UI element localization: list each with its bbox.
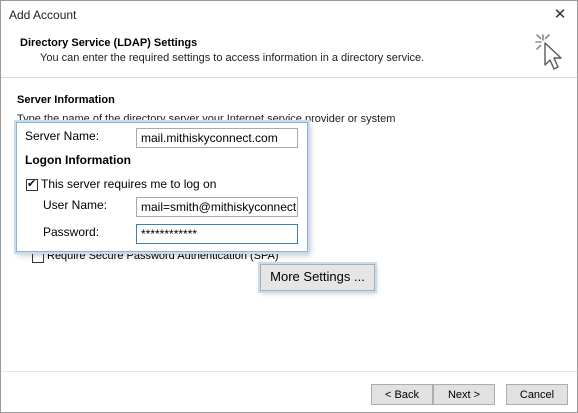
add-account-window: Add Account ✕ Directory Service (LDAP) S… [0,0,578,413]
wizard-cursor-icon [535,34,562,70]
window-title: Add Account [9,8,77,22]
header-divider [1,77,577,78]
user-name-input[interactable]: mail=smith@mithiskyconnect.c [136,197,298,217]
spa-checkbox[interactable] [32,251,44,263]
logon-callout-panel: Server Name: mail.mithiskyconnect.com Lo… [16,122,308,252]
server-information-heading: Server Information [17,94,115,106]
password-label: Password: [43,225,100,239]
page-subtitle: You can enter the required settings to a… [40,52,425,64]
user-name-label: User Name: [43,198,108,212]
close-icon[interactable]: ✕ [550,5,570,25]
server-name-label: Server Name: [25,129,100,143]
more-settings-button[interactable]: More Settings ... [260,264,375,291]
requires-logon-label: This server requires me to log on [41,177,217,191]
password-input[interactable]: ************ [136,224,298,244]
title-bar [1,1,577,31]
requires-logon-checkbox[interactable] [26,177,38,191]
cancel-button[interactable]: Cancel [506,384,568,405]
server-name-input[interactable]: mail.mithiskyconnect.com [136,128,298,148]
page-title: Directory Service (LDAP) Settings [20,37,198,49]
back-button[interactable]: < Back [371,384,433,405]
footer-divider [1,371,577,372]
logon-information-heading: Logon Information [25,153,131,167]
next-button[interactable]: Next > [433,384,495,405]
